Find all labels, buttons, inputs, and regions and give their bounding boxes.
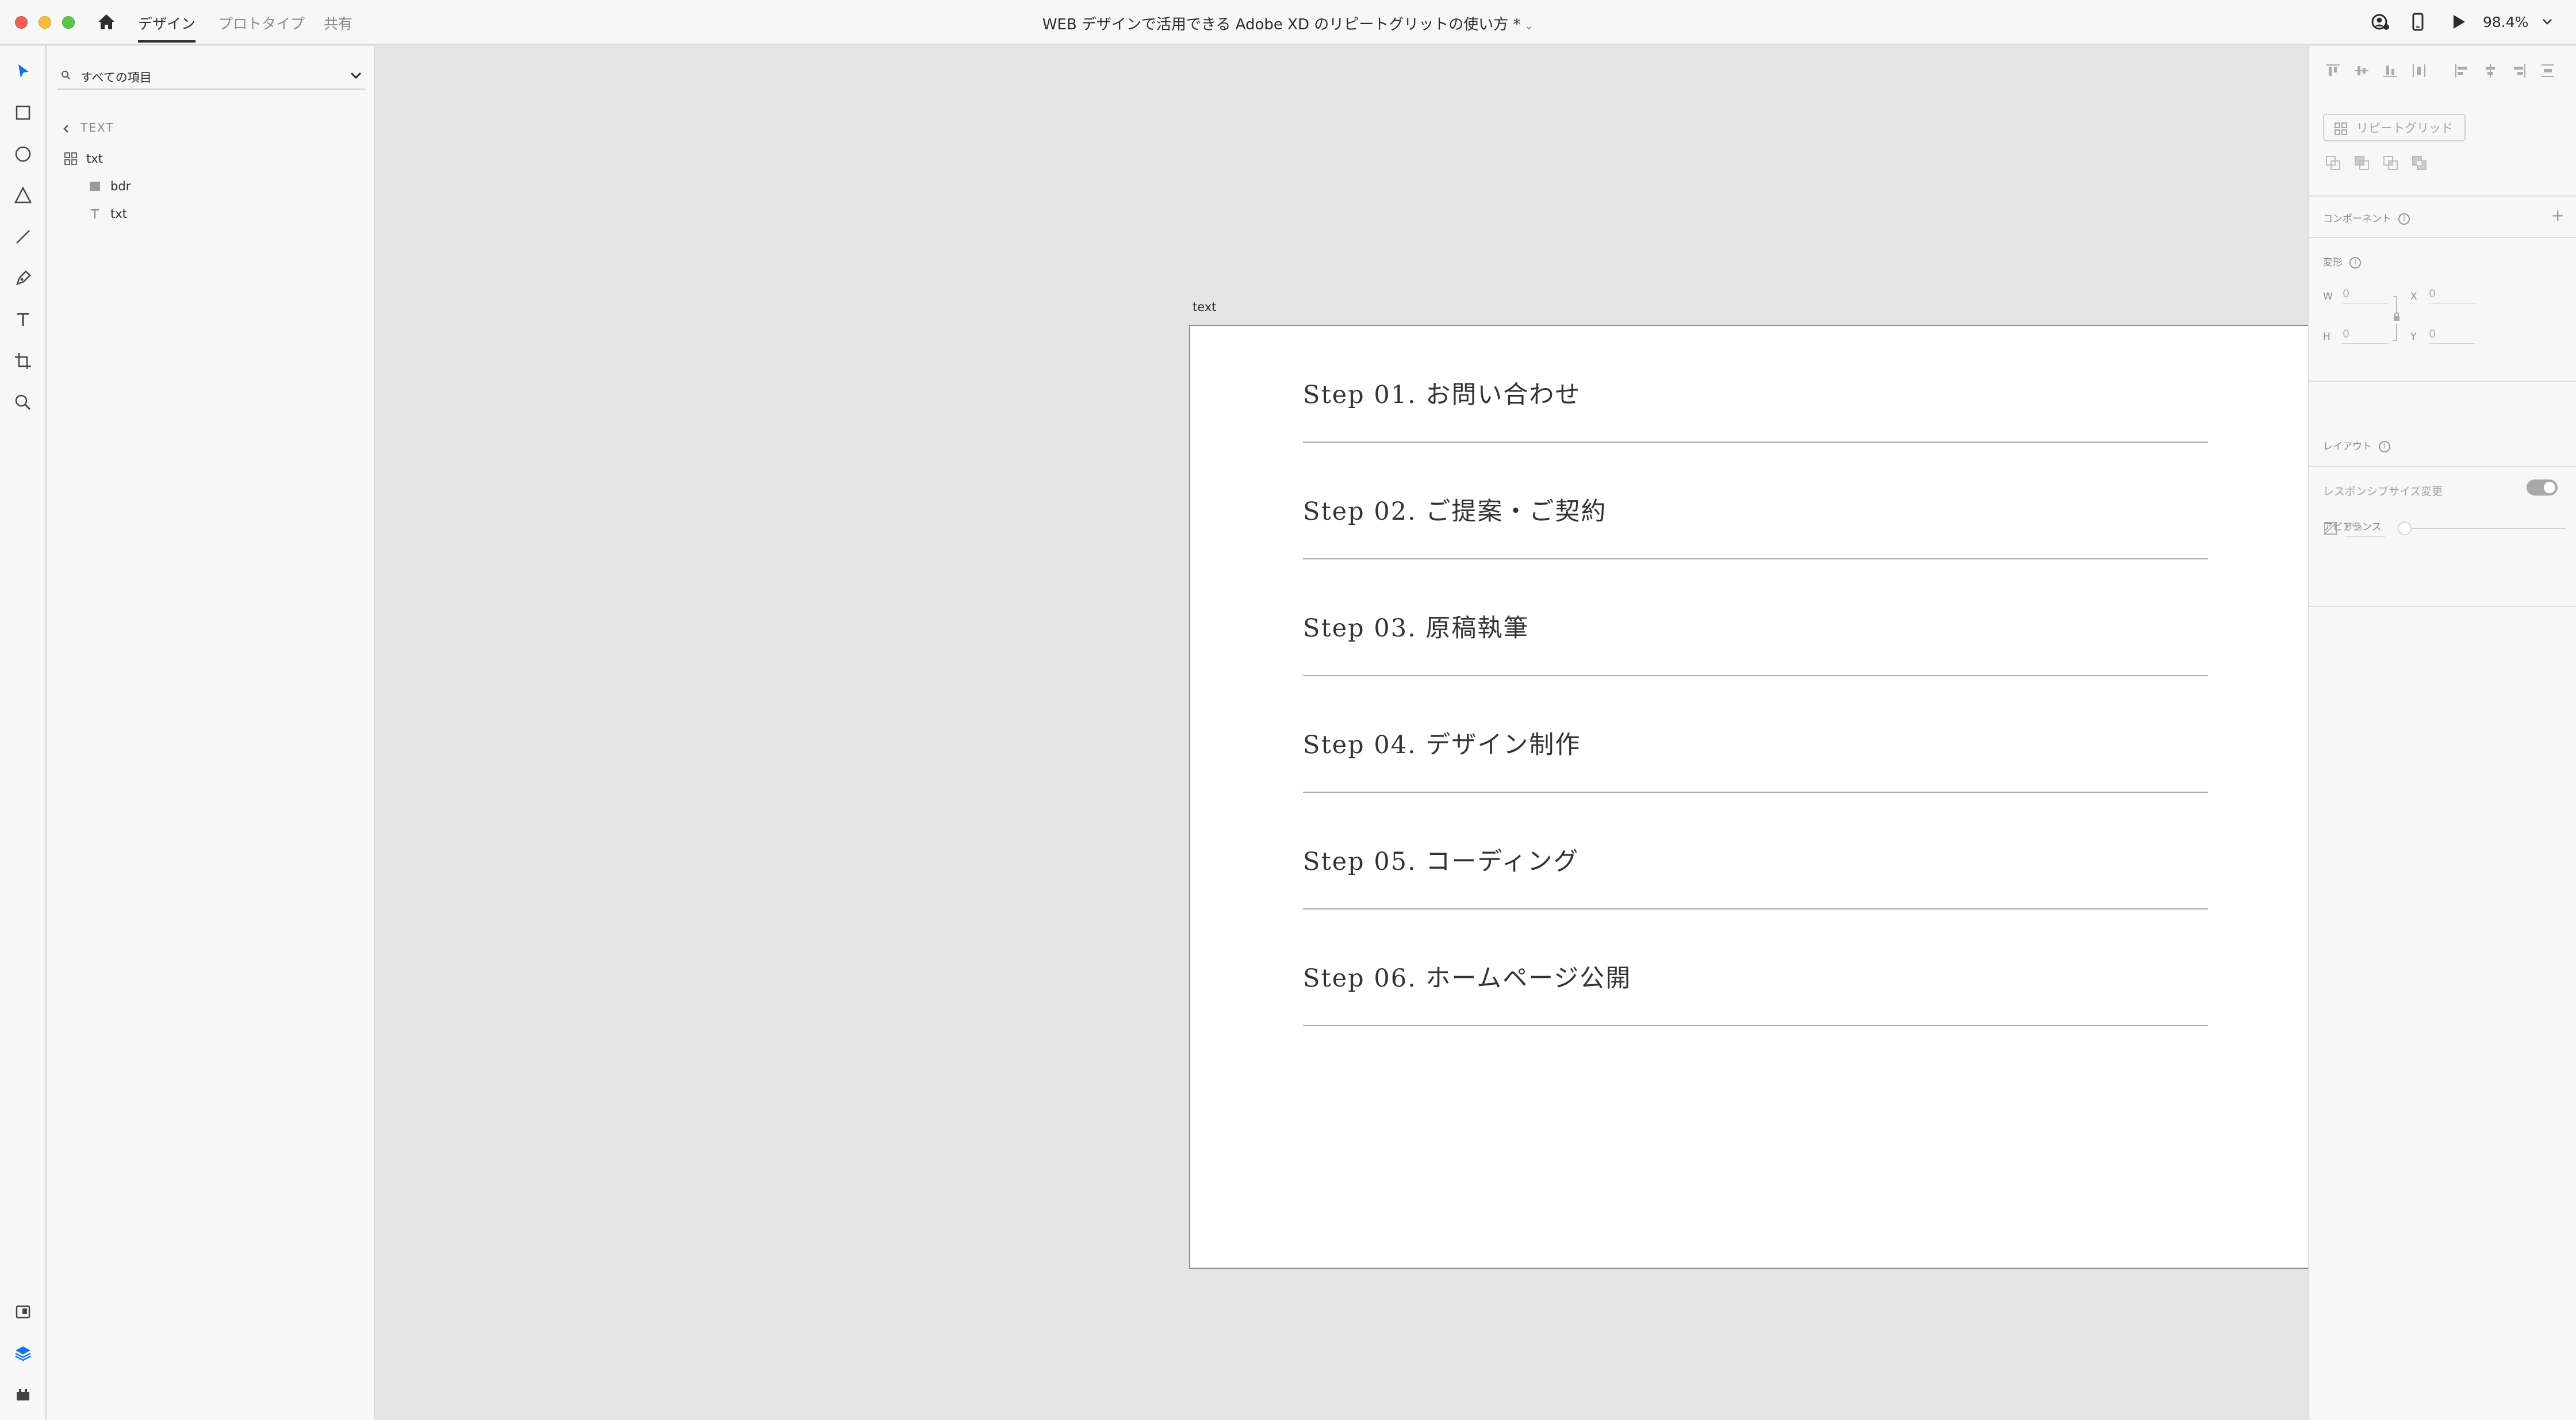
align-section: リピートグリッド [2309,46,2576,197]
component-section: コンポーネント i + [2309,197,2576,238]
subtract-shape-icon[interactable] [2352,153,2372,174]
align-left-icon[interactable] [2452,61,2471,80]
layer-name: txt [110,207,127,221]
line-tool-icon[interactable] [12,225,34,248]
list-item[interactable]: Step 06. ホームページ公開 [1303,909,2208,1026]
design-canvas[interactable]: text Step 01. お問い合わせ Step 02. ご提案・ご契約 St… [376,46,2322,1420]
step-text: Step 05. コーディング [1303,847,1580,876]
align-center-icon[interactable] [2481,61,2500,80]
assets-icon[interactable] [12,1300,34,1323]
height-field[interactable]: 0 [2343,328,2389,344]
transform-section: 変形 i W 0 X 0 H 0 Y 0 [2309,238,2576,382]
search-filter-label: すべての項目 [80,71,152,85]
opacity-slider-track[interactable] [2401,528,2566,529]
zoom-level[interactable]: 98.4% [2483,14,2528,30]
chevron-left-icon [63,124,68,133]
layer-item-txt-text[interactable]: txt [87,202,127,225]
lock-aspect-icon[interactable] [2391,295,2402,341]
layout-label: レイアウト i [2323,438,2390,452]
layer-name: txt [86,152,103,166]
step-text: Step 02. ご提案・ご契約 [1303,497,1607,526]
opacity-slider-handle[interactable] [2398,521,2412,535]
property-inspector: リピートグリッド コンポーネントi + 変形i W 0 X 0 H 0 Y [2308,46,2576,1420]
list-item[interactable]: Step 01. お問い合わせ [1303,326,2208,443]
x-field[interactable]: 0 [2429,287,2475,304]
chevron-down-icon[interactable] [347,67,365,84]
ellipse-tool-icon[interactable] [12,143,34,166]
zoom-tool-icon[interactable] [12,391,34,414]
step-text: Step 03. 原稿執筆 [1303,614,1529,643]
artboard-title[interactable]: text [1193,300,1216,314]
repeat-grid-icon [2334,122,2347,135]
add-component-button[interactable]: + [2551,206,2564,225]
y-field[interactable]: 0 [2429,328,2475,344]
layer-item-bdr[interactable]: bdr [87,175,131,198]
search-icon [62,71,70,79]
step-text: Step 04. デザイン制作 [1303,731,1581,759]
align-middle-icon[interactable] [2352,61,2371,80]
repeat-grid-button[interactable]: リピートグリッド [2323,114,2466,141]
document-title-text: WEB デザインで活用できる Adobe XD のリピートグリットの使い方 * [1042,16,1521,33]
rectangle-tool-icon[interactable] [12,101,34,124]
select-tool-icon[interactable] [12,60,34,83]
xd-window: デザイン プロトタイプ 共有 WEB デザインで活用できる Adobe XD の… [0,0,2576,1420]
info-icon[interactable]: i [2379,441,2390,452]
height-label: H [2323,331,2330,343]
artboard[interactable]: Step 01. お問い合わせ Step 02. ご提案・ご契約 Step 03… [1189,325,2322,1269]
align-bottom-icon[interactable] [2380,61,2400,80]
opacity-field[interactable]: 0% [2345,521,2385,537]
artboard-tool-icon[interactable] [12,350,34,373]
document-title[interactable]: WEB デザインで活用できる Adobe XD のリピートグリットの使い方 * ⌄ [0,13,2576,34]
polygon-tool-icon[interactable] [12,184,34,207]
list-item[interactable]: Step 04. デザイン制作 [1303,676,2208,793]
tool-bar [0,46,46,1420]
plugins-icon[interactable] [12,1383,34,1406]
x-label: X [2410,291,2417,302]
chevron-down-icon: ⌄ [1524,18,1534,32]
layer-breadcrumb[interactable]: TEXT [62,121,114,135]
opacity-icon [2324,522,2337,535]
text-tool-icon[interactable] [12,308,34,331]
step-text: Step 06. ホームページ公開 [1303,964,1632,993]
pen-tool-icon[interactable] [12,267,34,290]
layer-search[interactable]: すべての項目 [57,63,365,90]
info-icon[interactable]: i [2349,257,2361,268]
text-layer-icon [91,209,99,218]
layers-panel: すべての項目 TEXT txt bdr txt [47,46,375,1420]
chevron-down-icon[interactable] [2540,10,2554,33]
width-label: W [2323,291,2333,302]
add-shape-icon[interactable] [2323,153,2344,174]
layer-name: bdr [110,179,131,193]
title-bar: デザイン プロトタイプ 共有 WEB デザインで活用できる Adobe XD の… [0,0,2576,45]
repeat-grid-label: リピートグリッド [2356,121,2453,135]
breadcrumb-label: TEXT [80,121,114,135]
layout-section: レイアウト i [2309,382,2576,467]
component-label: コンポーネント i [2323,210,2410,225]
appearance-section [2309,467,2576,607]
user-icon[interactable] [2369,10,2392,33]
play-icon[interactable] [2447,10,2470,33]
repeat-grid-icon [64,152,77,165]
distribute-vertical-icon[interactable] [2538,61,2558,80]
align-right-icon[interactable] [2509,61,2529,80]
list-item[interactable]: Step 02. ご提案・ご契約 [1303,443,2208,559]
distribute-horizontal-icon[interactable] [2409,61,2429,80]
layer-item-txt-repeat-grid[interactable]: txt [63,147,103,170]
rectangle-layer-icon [90,182,100,191]
list-item[interactable]: Step 05. コーディング [1303,793,2208,909]
list-item[interactable]: Step 03. 原稿執筆 [1303,559,2208,676]
transform-label: 変形 i [2323,254,2361,268]
intersect-shape-icon[interactable] [2380,153,2401,174]
mobile-preview-icon[interactable] [2406,10,2429,33]
step-text: Step 01. お問い合わせ [1303,381,1581,409]
y-label: Y [2410,331,2417,343]
align-top-icon[interactable] [2323,61,2343,80]
width-field[interactable]: 0 [2343,287,2389,304]
info-icon[interactable]: i [2398,213,2410,225]
layers-icon[interactable] [12,1342,34,1365]
exclude-shape-icon[interactable] [2409,153,2430,174]
